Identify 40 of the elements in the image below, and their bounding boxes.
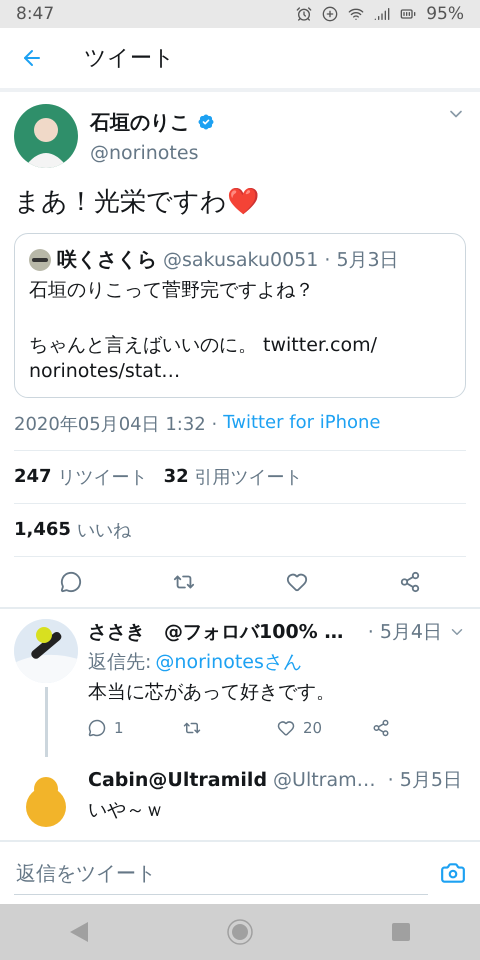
reply-author-name[interactable]: Cabin@Ultramild: [88, 768, 268, 791]
reply-icon[interactable]: [88, 718, 106, 737]
reply-text: 本当に芯があって好きです。: [88, 680, 336, 705]
signal-icon: [374, 6, 390, 22]
sunglasses-icon: [29, 248, 51, 270]
stat-label[interactable]: 引用ツイート: [194, 464, 303, 489]
quoted-date: · 5月3日: [324, 248, 399, 272]
reply-date: · 5月4日: [368, 620, 442, 645]
quoted-text: 石垣のりこって菅野完ですよね？: [29, 278, 315, 303]
battery-level: 95%: [426, 4, 464, 24]
like-icon[interactable]: [286, 570, 308, 593]
like-label[interactable]: いいね: [76, 518, 131, 542]
timestamp: 2020年05月04日 1:32 ·: [14, 412, 218, 436]
quoted-text: ちゃんと言えばいいのに。 twitter.com/norinotes/stat…: [29, 332, 378, 384]
data-saver-icon: [322, 6, 338, 22]
reply-text: いや～ｗ: [88, 798, 165, 823]
reply-date: · 5月5日: [388, 768, 462, 793]
like-count: 20: [303, 718, 322, 737]
wifi-icon: [348, 6, 364, 22]
quoted-author-handle: @sakusaku0051: [163, 248, 318, 270]
reply-author-handle[interactable]: @Ultram…: [273, 768, 376, 791]
reply-to-label: 返信先:: [88, 650, 152, 675]
stat-label[interactable]: リツイート: [58, 464, 148, 489]
share-icon[interactable]: [372, 718, 390, 737]
reply-icon[interactable]: [60, 570, 82, 593]
tweet-text: まあ！光栄ですわ❤: [14, 186, 260, 219]
share-icon[interactable]: [398, 570, 420, 593]
reply-count: 1: [114, 718, 124, 737]
like-icon[interactable]: [277, 718, 295, 737]
reply-author-name[interactable]: ささき @フォロバ100% …: [88, 618, 344, 645]
alarm-icon: [296, 6, 312, 22]
like-count[interactable]: 1,465: [14, 519, 71, 540]
author-handle[interactable]: @norinotes: [90, 142, 434, 164]
quoted-author-name: 咲くさくら: [57, 246, 157, 273]
author-name[interactable]: 石垣のりこ: [90, 108, 190, 136]
quoted-tweet[interactable]: 咲くさくら @sakusaku0051 · 5月3日 石垣のりこって菅野完ですよね？ ちゃんと言えばいいのに。 twitter.com/norinotes/stat…: [14, 233, 466, 398]
clock-time: 8:47: [16, 4, 54, 24]
page-title: ツイート: [84, 45, 175, 73]
stat-count[interactable]: 247: [14, 466, 52, 488]
stat-count[interactable]: 32: [164, 466, 189, 488]
